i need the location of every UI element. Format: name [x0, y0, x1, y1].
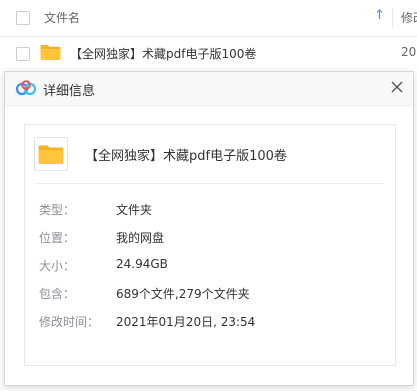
- property-label: 修改时间：: [39, 315, 100, 329]
- file-modified-date: 20: [401, 45, 417, 59]
- file-thumbnail: [34, 137, 68, 171]
- file-list-header: 文件名 ↑ 修改: [0, 0, 417, 37]
- folder-icon: [40, 45, 61, 60]
- column-header-name[interactable]: 文件名: [44, 9, 80, 26]
- property-value: 我的网盘: [116, 231, 165, 245]
- details-dialog: 详细信息 【全网独家】术藏pdf电子版100卷 类型： 文件夹 位置： 我的网盘…: [4, 71, 414, 386]
- select-all-checkbox[interactable]: [16, 11, 30, 25]
- file-list-row[interactable]: 【全网独家】术藏pdf电子版100卷 20: [0, 37, 417, 70]
- property-label: 位置：: [39, 231, 76, 245]
- property-value: 24.94GB: [116, 257, 168, 271]
- property-label: 类型：: [39, 203, 76, 217]
- sort-ascending-icon[interactable]: ↑: [374, 8, 385, 23]
- close-icon[interactable]: [388, 78, 406, 96]
- property-contains: 包含： 689个文件,279个文件夹: [39, 285, 379, 305]
- property-value: 689个文件,279个文件夹: [116, 287, 250, 301]
- folder-icon: [38, 145, 64, 164]
- file-manager-window: 文件名 ↑ 修改 【全网独家】术藏pdf电子版100卷 20 详细信息: [0, 0, 417, 391]
- column-divider[interactable]: [392, 8, 393, 28]
- property-location: 位置： 我的网盘: [39, 229, 379, 249]
- details-panel: 【全网独家】术藏pdf电子版100卷 类型： 文件夹 位置： 我的网盘 大小： …: [24, 124, 396, 366]
- column-header-modified[interactable]: 修改: [401, 9, 417, 26]
- cloud-logo-icon: [15, 80, 37, 96]
- property-value: 文件夹: [116, 203, 153, 217]
- divider: [34, 183, 384, 184]
- details-file-name: 【全网独家】术藏pdf电子版100卷: [85, 149, 287, 164]
- property-size: 大小： 24.94GB: [39, 257, 379, 277]
- property-label: 包含：: [39, 287, 76, 301]
- property-label: 大小：: [39, 259, 76, 273]
- dialog-title-bar[interactable]: 详细信息: [5, 72, 413, 106]
- property-modified-time: 修改时间： 2021年01月20日, 23:54: [39, 313, 379, 333]
- property-value: 2021年01月20日, 23:54: [116, 315, 256, 329]
- row-checkbox[interactable]: [16, 47, 30, 61]
- dialog-title: 详细信息: [43, 84, 96, 99]
- property-type: 类型： 文件夹: [39, 201, 379, 221]
- file-name[interactable]: 【全网独家】术藏pdf电子版100卷: [70, 45, 256, 62]
